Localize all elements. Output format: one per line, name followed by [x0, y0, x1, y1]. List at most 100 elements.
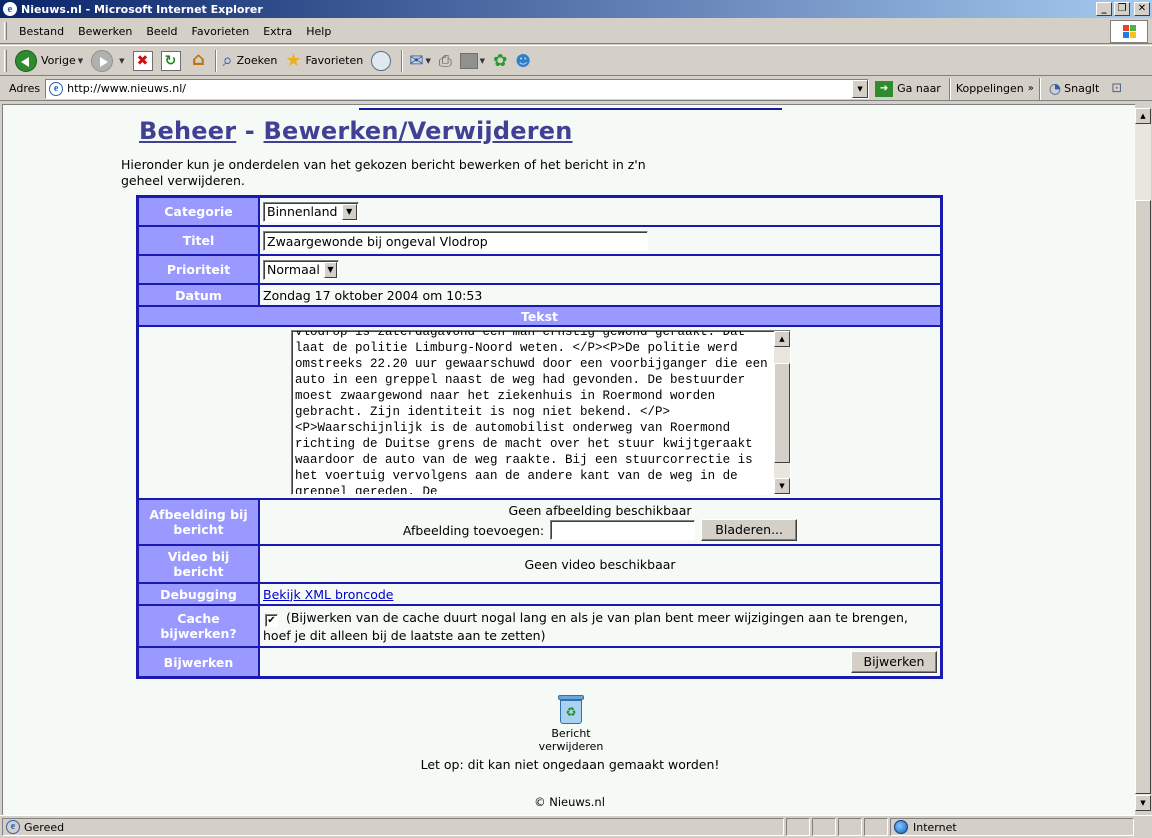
bewerken-link[interactable]: Bewerken/Verwijderen: [264, 117, 573, 145]
mail-button[interactable]: ✉ ▼: [405, 48, 435, 74]
scroll-down-icon[interactable]: ▼: [774, 478, 790, 494]
menu-favorieten[interactable]: Favorieten: [185, 25, 257, 38]
search-button[interactable]: ⌕ Zoeken: [219, 48, 282, 74]
menu-extra[interactable]: Extra: [256, 25, 299, 38]
prioriteit-select[interactable]: Normaal ▼: [263, 259, 339, 280]
forward-dropdown-icon[interactable]: ▼: [119, 57, 124, 65]
back-button[interactable]: Vorige ▼: [11, 48, 87, 74]
address-url: http://www.nieuws.nl/: [67, 82, 186, 95]
close-button[interactable]: ✕: [1134, 2, 1150, 16]
go-label: Ga naar: [897, 82, 941, 95]
status-pane-extra: [838, 818, 862, 836]
links-button[interactable]: Koppelingen: [956, 82, 1024, 95]
status-zone: Internet: [890, 818, 1134, 836]
prioriteit-label: Prioriteit: [138, 255, 259, 284]
favorites-button[interactable]: ★ Favorieten: [281, 48, 367, 74]
scroll-up-icon[interactable]: ▲: [774, 331, 790, 347]
refresh-icon: ↻: [160, 50, 181, 71]
afbeelding-file-input[interactable]: [550, 520, 696, 540]
print-button[interactable]: ⎙: [435, 48, 456, 74]
icq-button[interactable]: ✿: [489, 48, 511, 74]
status-pane-privacy: [864, 818, 888, 836]
titel-label: Titel: [138, 226, 259, 255]
beheer-link[interactable]: Beheer: [139, 117, 236, 145]
search-icon: ⌕: [222, 50, 233, 71]
refresh-button[interactable]: ↻: [157, 48, 185, 74]
home-button[interactable]: ⌂: [185, 48, 213, 74]
page-scrollbar[interactable]: ▲ ▼: [1135, 108, 1151, 811]
prioriteit-value: Normaal: [267, 262, 320, 277]
messenger-button[interactable]: ☻: [511, 48, 535, 74]
home-icon: ⌂: [192, 48, 205, 70]
page-scroll-thumb[interactable]: [1135, 200, 1151, 794]
minimize-button[interactable]: _: [1096, 2, 1112, 16]
status-pane-lock: [812, 818, 836, 836]
zone-text: Internet: [913, 820, 957, 834]
delete-message-button[interactable]: ♻ Bericht verwijderen: [533, 695, 609, 753]
forward-button[interactable]: ▼: [87, 48, 128, 74]
back-dropdown-icon[interactable]: ▼: [78, 57, 83, 65]
window-title-bar: e Nieuws.nl - Microsoft Internet Explore…: [0, 0, 1152, 18]
categorie-select[interactable]: Binnenland ▼: [263, 201, 359, 222]
address-label: Adres: [9, 82, 41, 95]
chevron-right-icon[interactable]: »: [1028, 83, 1034, 94]
stop-icon: ✖: [132, 50, 153, 71]
menu-help[interactable]: Help: [299, 25, 338, 38]
toolbar-separator: [401, 49, 404, 72]
toolbar-separator: [1038, 77, 1041, 100]
scroll-down-icon[interactable]: ▼: [1135, 795, 1151, 811]
bijwerken-button[interactable]: Bijwerken: [851, 651, 937, 673]
tekst-content: Vlodrop is zaterdagavond een man ernstig…: [295, 330, 776, 495]
page-icon: e: [49, 81, 64, 96]
history-button[interactable]: [367, 48, 399, 74]
debug-label: Debugging: [138, 583, 259, 605]
edit-button[interactable]: ▼: [456, 48, 489, 74]
snagit-capture-icon[interactable]: ⊡: [1111, 81, 1122, 96]
menu-bewerken[interactable]: Bewerken: [71, 25, 139, 38]
mail-dropdown-icon[interactable]: ▼: [425, 57, 430, 65]
stop-button[interactable]: ✖: [129, 48, 157, 74]
browse-button[interactable]: Bladeren...: [701, 519, 798, 541]
windows-logo: [1110, 20, 1148, 43]
address-dropdown-icon[interactable]: ▼: [852, 79, 869, 98]
edit-icon: [459, 52, 478, 69]
address-field[interactable]: e http://www.nieuws.nl/ ▼: [45, 78, 870, 99]
categorie-value: Binnenland: [267, 204, 338, 219]
chevron-down-icon[interactable]: ▼: [323, 261, 337, 278]
forward-arrow-icon: [91, 49, 114, 72]
chevron-down-icon[interactable]: ▼: [341, 203, 357, 220]
menu-bar: Bestand Bewerken Beeld Favorieten Extra …: [0, 19, 1152, 44]
page-title: Beheer - Bewerken/Verwijderen: [139, 117, 573, 145]
status-pane-progress: [786, 818, 810, 836]
delete-warning: Let op: dit kan niet ongedaan gemaakt wo…: [3, 757, 1135, 772]
go-button[interactable]: ➔ Ga naar: [875, 80, 941, 97]
menu-bestand[interactable]: Bestand: [12, 25, 71, 38]
back-label: Vorige: [41, 54, 76, 67]
tekst-textarea[interactable]: Vlodrop is zaterdagavond een man ernstig…: [291, 330, 791, 495]
standard-toolbar: Vorige ▼ ▼ ✖ ↻ ⌂ ⌕ Zoeken ★ Favorieten ✉…: [0, 45, 1152, 76]
cache-description: (Bijwerken van de cache duurt nogal lang…: [263, 609, 908, 643]
cache-checkbox[interactable]: ✔: [265, 613, 278, 627]
snagit-button[interactable]: SnagIt: [1064, 82, 1099, 95]
restore-button[interactable]: ❐: [1114, 2, 1130, 16]
edit-form-table: Categorie Binnenland ▼ Titel Zwaargewond…: [136, 195, 943, 679]
video-status: Geen video beschikbaar: [259, 545, 941, 583]
mail-icon: ✉: [409, 50, 424, 71]
afbeelding-label: Afbeelding bij bericht: [138, 499, 259, 545]
video-label: Video bij bericht: [138, 545, 259, 583]
cache-label: Cache bijwerken?: [138, 605, 259, 647]
heading-separator: -: [236, 117, 264, 145]
toolbar-grip[interactable]: [4, 22, 7, 40]
categorie-label: Categorie: [138, 197, 259, 226]
textarea-scrollbar[interactable]: ▲ ▼: [774, 331, 790, 494]
menu-beeld[interactable]: Beeld: [139, 25, 184, 38]
toolbar-grip[interactable]: [4, 49, 7, 72]
textarea-scroll-thumb[interactable]: [774, 363, 790, 463]
snagit-icon: ◔: [1048, 80, 1062, 97]
xml-source-link[interactable]: Bekijk XML broncode: [263, 587, 393, 602]
header-divider: [359, 108, 782, 110]
scroll-up-icon[interactable]: ▲: [1135, 108, 1151, 124]
titel-input[interactable]: Zwaargewonde bij ongeval Vlodrop: [263, 230, 648, 251]
edit-dropdown-icon[interactable]: ▼: [480, 57, 485, 65]
star-icon: ★: [285, 50, 302, 71]
